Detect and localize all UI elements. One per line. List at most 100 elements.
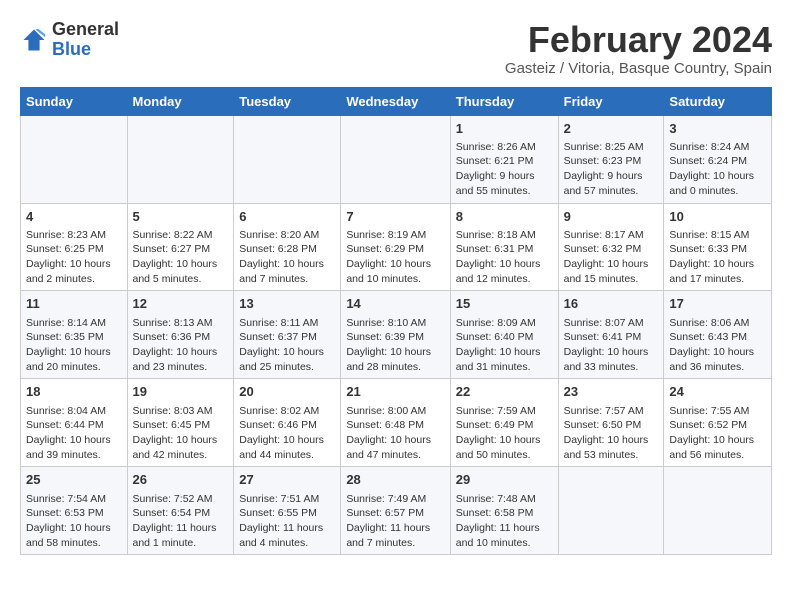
calendar-cell [21,115,128,203]
day-number: 17 [669,295,766,313]
day-info: Sunrise: 7:48 AM Sunset: 6:58 PM Dayligh… [456,492,553,551]
calendar-week-row: 4 Sunrise: 8:23 AM Sunset: 6:25 PM Daylig… [21,203,772,291]
title-area: February 2024 Gasteiz / Vitoria, Basque … [505,20,772,77]
calendar-cell: 16 Sunrise: 8:07 AM Sunset: 6:41 PM Dayli… [558,291,664,379]
calendar-cell: 23 Sunrise: 7:57 AM Sunset: 6:50 PM Dayli… [558,379,664,467]
day-info: Sunrise: 7:57 AM Sunset: 6:50 PM Dayligh… [564,404,659,463]
day-number: 11 [26,295,122,313]
calendar-cell: 27 Sunrise: 7:51 AM Sunset: 6:55 PM Dayli… [234,467,341,555]
day-number: 3 [669,120,766,138]
day-info: Sunrise: 8:11 AM Sunset: 6:37 PM Dayligh… [239,316,335,375]
calendar-cell: 21Sunrise: 8:00 AM Sunset: 6:48 PM Dayli… [341,379,450,467]
day-number: 5 [133,208,229,226]
calendar-cell: 28Sunrise: 7:49 AM Sunset: 6:57 PM Dayli… [341,467,450,555]
day-info: Sunrise: 8:10 AM Sunset: 6:39 PM Dayligh… [346,316,444,375]
calendar-cell: 13 Sunrise: 8:11 AM Sunset: 6:37 PM Dayli… [234,291,341,379]
calendar-cell: 7 Sunrise: 8:19 AM Sunset: 6:29 PM Daylig… [341,203,450,291]
logo-icon [20,26,48,54]
day-info: Sunrise: 8:17 AM Sunset: 6:32 PM Dayligh… [564,228,659,287]
calendar-cell [664,467,772,555]
day-info: Sunrise: 8:20 AM Sunset: 6:28 PM Dayligh… [239,228,335,287]
day-info: Sunrise: 7:59 AM Sunset: 6:49 PM Dayligh… [456,404,553,463]
day-info: Sunrise: 8:13 AM Sunset: 6:36 PM Dayligh… [133,316,229,375]
calendar-cell: 4 Sunrise: 8:23 AM Sunset: 6:25 PM Daylig… [21,203,128,291]
day-info: Sunrise: 8:02 AM Sunset: 6:46 PM Dayligh… [239,404,335,463]
day-number: 29 [456,471,553,489]
calendar-header: SundayMondayTuesdayWednesdayThursdayFrid… [21,87,772,115]
day-info: Sunrise: 8:03 AM Sunset: 6:45 PM Dayligh… [133,404,229,463]
calendar-cell: 1Sunrise: 8:26 AM Sunset: 6:21 PM Daylig… [450,115,558,203]
calendar-week-row: 25 Sunrise: 7:54 AM Sunset: 6:53 PM Dayli… [21,467,772,555]
day-number: 9 [564,208,659,226]
day-info: Sunrise: 8:07 AM Sunset: 6:41 PM Dayligh… [564,316,659,375]
day-number: 23 [564,383,659,401]
day-number: 13 [239,295,335,313]
day-info: Sunrise: 8:15 AM Sunset: 6:33 PM Dayligh… [669,228,766,287]
day-info: Sunrise: 7:54 AM Sunset: 6:53 PM Dayligh… [26,492,122,551]
calendar-cell: 12 Sunrise: 8:13 AM Sunset: 6:36 PM Dayli… [127,291,234,379]
day-number: 14 [346,295,444,313]
logo-general-text: General [52,20,119,40]
calendar-cell: 11 Sunrise: 8:14 AM Sunset: 6:35 PM Dayli… [21,291,128,379]
day-number: 27 [239,471,335,489]
calendar-cell: 9 Sunrise: 8:17 AM Sunset: 6:32 PM Daylig… [558,203,664,291]
day-number: 20 [239,383,335,401]
day-info: Sunrise: 8:04 AM Sunset: 6:44 PM Dayligh… [26,404,122,463]
calendar-cell: 22 Sunrise: 7:59 AM Sunset: 6:49 PM Dayli… [450,379,558,467]
day-info: Sunrise: 8:24 AM Sunset: 6:24 PM Dayligh… [669,140,766,199]
calendar-cell: 29 Sunrise: 7:48 AM Sunset: 6:58 PM Dayli… [450,467,558,555]
day-number: 12 [133,295,229,313]
calendar-cell: 6 Sunrise: 8:20 AM Sunset: 6:28 PM Daylig… [234,203,341,291]
calendar-cell: 5 Sunrise: 8:22 AM Sunset: 6:27 PM Daylig… [127,203,234,291]
calendar-cell: 24Sunrise: 7:55 AM Sunset: 6:52 PM Dayli… [664,379,772,467]
weekday-header-sunday: Sunday [21,87,128,115]
day-number: 25 [26,471,122,489]
day-info: Sunrise: 8:09 AM Sunset: 6:40 PM Dayligh… [456,316,553,375]
calendar-cell: 10 Sunrise: 8:15 AM Sunset: 6:33 PM Dayli… [664,203,772,291]
day-info: Sunrise: 7:51 AM Sunset: 6:55 PM Dayligh… [239,492,335,551]
weekday-header-friday: Friday [558,87,664,115]
day-number: 7 [346,208,444,226]
calendar-cell: 19 Sunrise: 8:03 AM Sunset: 6:45 PM Dayli… [127,379,234,467]
day-info: Sunrise: 7:49 AM Sunset: 6:57 PM Dayligh… [346,492,444,551]
day-info: Sunrise: 8:14 AM Sunset: 6:35 PM Dayligh… [26,316,122,375]
calendar-cell: 14 Sunrise: 8:10 AM Sunset: 6:39 PM Dayli… [341,291,450,379]
calendar-cell [234,115,341,203]
logo-text: General Blue [52,20,119,60]
calendar-cell [558,467,664,555]
calendar-cell [341,115,450,203]
day-number: 1 [456,120,553,138]
calendar-cell: 15Sunrise: 8:09 AM Sunset: 6:40 PM Dayli… [450,291,558,379]
day-number: 2 [564,120,659,138]
day-number: 16 [564,295,659,313]
page-header: General Blue February 2024 Gasteiz / Vit… [20,20,772,77]
calendar-table: SundayMondayTuesdayWednesdayThursdayFrid… [20,87,772,556]
day-info: Sunrise: 8:23 AM Sunset: 6:25 PM Dayligh… [26,228,122,287]
weekday-header-monday: Monday [127,87,234,115]
calendar-cell: 17 Sunrise: 8:06 AM Sunset: 6:43 PM Dayli… [664,291,772,379]
calendar-cell [127,115,234,203]
day-info: Sunrise: 7:52 AM Sunset: 6:54 PM Dayligh… [133,492,229,551]
calendar-week-row: 11 Sunrise: 8:14 AM Sunset: 6:35 PM Dayli… [21,291,772,379]
day-info: Sunrise: 8:22 AM Sunset: 6:27 PM Dayligh… [133,228,229,287]
day-info: Sunrise: 7:55 AM Sunset: 6:52 PM Dayligh… [669,404,766,463]
day-number: 18 [26,383,122,401]
calendar-cell: 25 Sunrise: 7:54 AM Sunset: 6:53 PM Dayli… [21,467,128,555]
weekday-header-saturday: Saturday [664,87,772,115]
day-number: 10 [669,208,766,226]
calendar-week-row: 1Sunrise: 8:26 AM Sunset: 6:21 PM Daylig… [21,115,772,203]
logo: General Blue [20,20,119,60]
calendar-cell: 20 Sunrise: 8:02 AM Sunset: 6:46 PM Dayli… [234,379,341,467]
day-number: 19 [133,383,229,401]
day-number: 6 [239,208,335,226]
calendar-cell: 3 Sunrise: 8:24 AM Sunset: 6:24 PM Daylig… [664,115,772,203]
weekday-header-row: SundayMondayTuesdayWednesdayThursdayFrid… [21,87,772,115]
day-info: Sunrise: 8:06 AM Sunset: 6:43 PM Dayligh… [669,316,766,375]
day-info: Sunrise: 8:19 AM Sunset: 6:29 PM Dayligh… [346,228,444,287]
calendar-body: 1Sunrise: 8:26 AM Sunset: 6:21 PM Daylig… [21,115,772,555]
day-number: 4 [26,208,122,226]
calendar-cell: 18 Sunrise: 8:04 AM Sunset: 6:44 PM Dayli… [21,379,128,467]
calendar-cell: 2Sunrise: 8:25 AM Sunset: 6:23 PM Daylig… [558,115,664,203]
day-number: 22 [456,383,553,401]
day-info: Sunrise: 8:00 AM Sunset: 6:48 PM Dayligh… [346,404,444,463]
